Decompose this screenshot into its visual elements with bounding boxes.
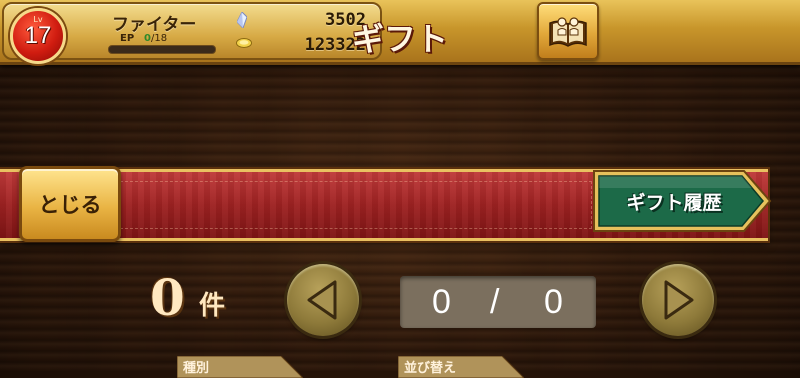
page-indicator: 0 / 0: [400, 276, 596, 328]
page-separator: /: [490, 283, 500, 321]
prev-page-button[interactable]: [287, 264, 359, 336]
right-arrow-icon: [664, 280, 694, 320]
page-total: 0: [544, 283, 563, 321]
page-current: 0: [432, 283, 451, 321]
gift-history-button[interactable]: ギフト履歴: [592, 168, 772, 234]
type-filter-tab[interactable]: 種別: [177, 356, 303, 378]
sort-filter-tab[interactable]: 並び替え: [398, 356, 524, 378]
banner-stitching: [115, 181, 592, 229]
gift-count-unit: 件: [199, 291, 226, 321]
gift-history-label: ギフト履歴: [626, 192, 722, 214]
close-button-label: とじる: [38, 193, 102, 217]
gift-count: 0: [150, 268, 185, 327]
close-button[interactable]: とじる: [19, 166, 121, 242]
next-page-button[interactable]: [642, 264, 714, 336]
sort-filter-label: 並び替え: [404, 361, 457, 376]
type-filter-label: 種別: [183, 361, 210, 376]
page-title: ギフト: [351, 20, 448, 58]
left-arrow-icon: [307, 280, 337, 320]
